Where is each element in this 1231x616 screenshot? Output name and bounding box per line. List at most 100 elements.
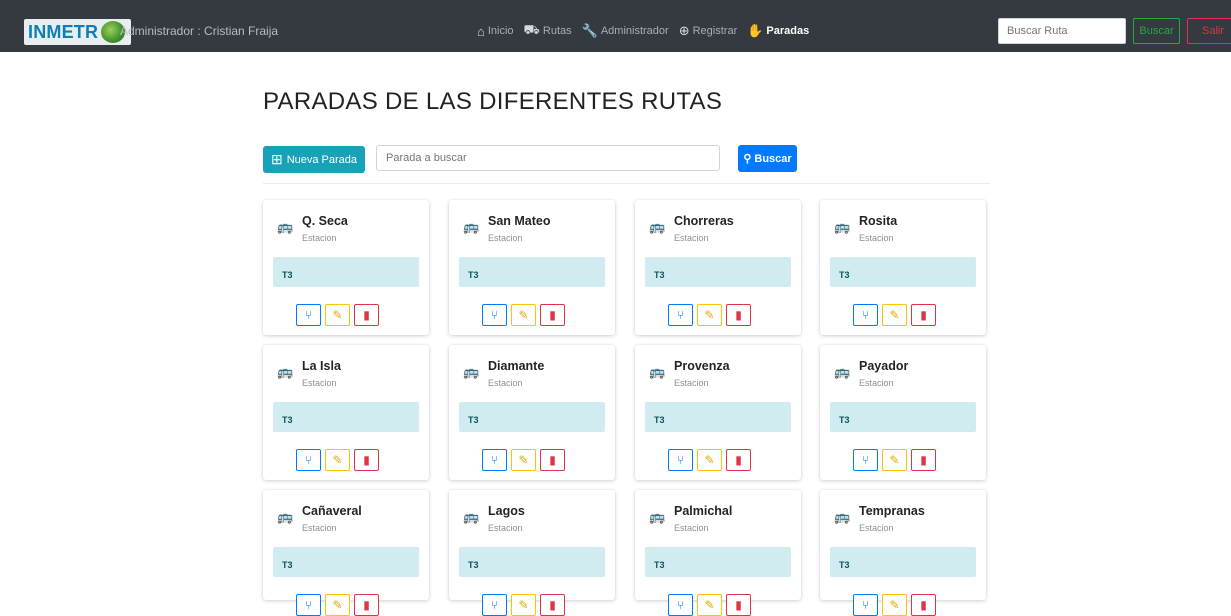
nav-link-paradas[interactable]: ✋ Paradas <box>747 23 809 39</box>
assign-route-button[interactable]: ⑂ <box>296 449 321 471</box>
edit-stop-button[interactable]: ✎ <box>325 594 350 616</box>
route-search-button[interactable]: Buscar <box>1133 18 1180 44</box>
route-fork-icon: ⑂ <box>490 453 499 467</box>
trash-icon: ▮ <box>920 308 927 322</box>
assign-route-button[interactable]: ⑂ <box>853 594 878 616</box>
current-user-label: Administrador : Cristian Fraija <box>120 24 279 38</box>
route-search-input[interactable] <box>998 18 1126 44</box>
delete-stop-button[interactable]: ▮ <box>540 449 565 471</box>
stop-route-badge: T3 <box>273 547 419 577</box>
pencil-icon: ✎ <box>889 308 900 322</box>
edit-stop-button[interactable]: ✎ <box>325 449 350 471</box>
stop-type: Estacion <box>674 233 709 243</box>
edit-stop-button[interactable]: ✎ <box>697 449 722 471</box>
stop-card: 🚌 Cañaveral Estacion T3 ⑂ ✎ ▮ <box>263 490 429 616</box>
pencil-icon: ✎ <box>518 308 529 322</box>
assign-route-button[interactable]: ⑂ <box>668 304 693 326</box>
delete-stop-button[interactable]: ▮ <box>540 304 565 326</box>
trash-icon: ▮ <box>735 598 742 612</box>
stop-search-input[interactable] <box>376 145 720 171</box>
stop-card: 🚌 Payador Estacion T3 ⑂ ✎ ▮ <box>820 345 986 480</box>
edit-stop-button[interactable]: ✎ <box>511 449 536 471</box>
bus-stop-icon: 🚌 <box>649 509 666 524</box>
delete-stop-button[interactable]: ▮ <box>540 594 565 616</box>
nav-link-administrador[interactable]: 🔧 Administrador <box>582 23 669 39</box>
delete-stop-button[interactable]: ▮ <box>354 594 379 616</box>
assign-route-button[interactable]: ⑂ <box>853 449 878 471</box>
assign-route-button[interactable]: ⑂ <box>668 594 693 616</box>
stop-name: Palmichal <box>674 504 733 518</box>
nav-link-label: Rutas <box>542 25 572 37</box>
new-stop-button[interactable]: ⊞ Nueva Parada <box>263 146 365 173</box>
assign-route-button[interactable]: ⑂ <box>853 304 878 326</box>
brand-name: INMETR <box>28 21 99 42</box>
nav-link-rutas[interactable]: ⛟ Rutas <box>524 22 572 40</box>
assign-route-button[interactable]: ⑂ <box>296 594 321 616</box>
edit-stop-button[interactable]: ✎ <box>511 304 536 326</box>
stop-card-header: 🚌 Cañaveral Estacion <box>277 504 362 533</box>
assign-route-button[interactable]: ⑂ <box>482 449 507 471</box>
stop-type: Estacion <box>488 523 523 533</box>
stop-card: 🚌 Chorreras Estacion T3 ⑂ ✎ ▮ <box>635 200 801 335</box>
edit-stop-button[interactable]: ✎ <box>697 304 722 326</box>
stop-route-badge: T3 <box>459 257 605 287</box>
route-fork-icon: ⑂ <box>304 598 313 612</box>
route-fork-icon: ⑂ <box>304 453 313 467</box>
stop-card: 🚌 Q. Seca Estacion T3 ⑂ ✎ ▮ <box>263 200 429 335</box>
stop-card: 🚌 Diamante Estacion T3 ⑂ ✎ ▮ <box>449 345 615 480</box>
assign-route-button[interactable]: ⑂ <box>482 594 507 616</box>
delete-stop-button[interactable]: ▮ <box>911 594 936 616</box>
stop-card-header: 🚌 Tempranas Estacion <box>834 504 925 533</box>
pencil-icon: ✎ <box>704 453 715 467</box>
edit-stop-button[interactable]: ✎ <box>511 594 536 616</box>
delete-stop-button[interactable]: ▮ <box>911 449 936 471</box>
stop-name: La Isla <box>302 359 341 373</box>
stop-route-badge: T3 <box>645 547 791 577</box>
stop-card-text: Diamante Estacion <box>488 359 544 388</box>
stop-card: 🚌 Rosita Estacion T3 ⑂ ✎ ▮ <box>820 200 986 335</box>
edit-stop-button[interactable]: ✎ <box>882 304 907 326</box>
edit-stop-button[interactable]: ✎ <box>882 449 907 471</box>
edit-stop-button[interactable]: ✎ <box>325 304 350 326</box>
delete-stop-button[interactable]: ▮ <box>726 449 751 471</box>
stop-card-header: 🚌 Diamante Estacion <box>463 359 544 388</box>
delete-stop-button[interactable]: ▮ <box>726 594 751 616</box>
stop-type: Estacion <box>859 523 894 533</box>
delete-stop-button[interactable]: ▮ <box>354 449 379 471</box>
user-plus-icon: ⊕ <box>678 23 690 38</box>
edit-stop-button[interactable]: ✎ <box>882 594 907 616</box>
delete-stop-button[interactable]: ▮ <box>726 304 751 326</box>
search-icon: ⚲ <box>743 153 752 165</box>
stop-card-header: 🚌 La Isla Estacion <box>277 359 341 388</box>
assign-route-button[interactable]: ⑂ <box>296 304 321 326</box>
nav-link-inicio[interactable]: ⌂ Inicio <box>477 24 514 39</box>
nav-link-registrar[interactable]: ⊕ Registrar <box>679 23 738 39</box>
assign-route-button[interactable]: ⑂ <box>482 304 507 326</box>
delete-stop-button[interactable]: ▮ <box>354 304 379 326</box>
stop-route-badge: T3 <box>830 547 976 577</box>
stop-card-header: 🚌 Provenza Estacion <box>649 359 730 388</box>
stop-actions: ⑂ ✎ ▮ <box>482 594 569 616</box>
brand-logo[interactable]: INMETR <box>24 19 132 45</box>
stop-actions: ⑂ ✎ ▮ <box>482 449 569 471</box>
stop-card-text: Tempranas Estacion <box>859 504 925 533</box>
stop-card: 🚌 La Isla Estacion T3 ⑂ ✎ ▮ <box>263 345 429 480</box>
logout-button[interactable]: Salir <box>1187 18 1231 44</box>
stop-actions: ⑂ ✎ ▮ <box>853 594 940 616</box>
pencil-icon: ✎ <box>332 308 343 322</box>
stop-route-badge: T3 <box>273 402 419 432</box>
bus-stop-icon: 🚌 <box>277 219 294 234</box>
bus-stop-icon: 🚌 <box>649 219 666 234</box>
nav-link-label: Paradas <box>766 25 810 37</box>
edit-stop-button[interactable]: ✎ <box>697 594 722 616</box>
route-fork-icon: ⑂ <box>490 598 499 612</box>
nav-link-label: Inicio <box>487 25 514 37</box>
top-navbar: INMETR Administrador : Cristian Fraija ⌂… <box>0 0 1231 52</box>
stop-card: 🚌 Palmichal Estacion T3 ⑂ ✎ ▮ <box>635 490 801 616</box>
stop-actions: ⑂ ✎ ▮ <box>853 449 940 471</box>
stop-search-button[interactable]: ⚲ Buscar <box>738 145 797 172</box>
stop-card-header: 🚌 Chorreras Estacion <box>649 214 734 243</box>
assign-route-button[interactable]: ⑂ <box>668 449 693 471</box>
delete-stop-button[interactable]: ▮ <box>911 304 936 326</box>
stop-actions: ⑂ ✎ ▮ <box>296 594 383 616</box>
